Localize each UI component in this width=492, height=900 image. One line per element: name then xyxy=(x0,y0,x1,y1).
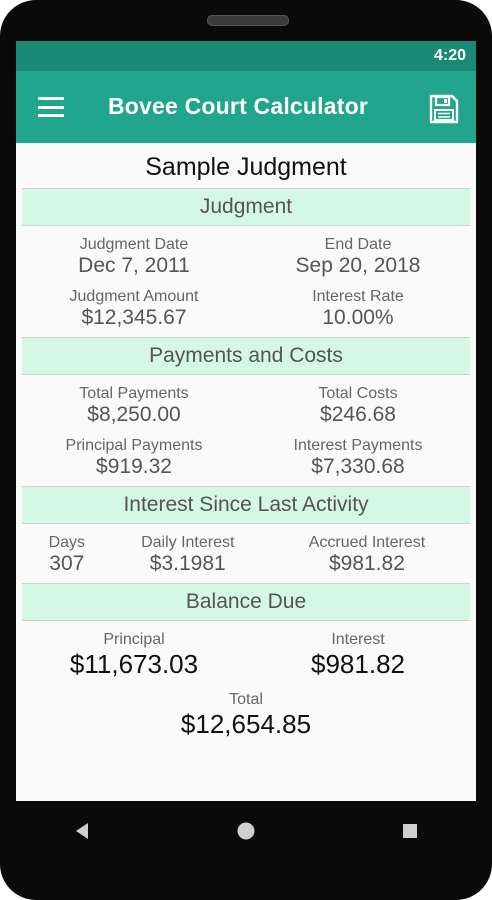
total-payments-cell: Total Payments $8,250.00 xyxy=(22,385,246,427)
save-icon[interactable] xyxy=(428,93,460,125)
section-header-balance: Balance Due xyxy=(22,583,470,621)
balance-interest-value: $981.82 xyxy=(311,649,405,679)
document-title: Sample Judgment xyxy=(145,153,347,181)
days-label: Days xyxy=(48,534,86,551)
principal-payments-value: $919.32 xyxy=(96,455,172,478)
interest-rate-value: 10.00% xyxy=(322,306,394,329)
daily-interest-cell: Daily Interest $3.1981 xyxy=(112,534,264,576)
accrued-interest-value: $981.82 xyxy=(328,552,405,575)
judgment-amount-row: Judgment Amount $12,345.67 Interest Rate… xyxy=(22,278,470,337)
balance-interest-label: Interest xyxy=(331,631,385,648)
app-title: Bovee Court Calculator xyxy=(108,93,369,119)
daily-interest-value: $3.1981 xyxy=(149,552,226,575)
accrued-interest-cell: Accrued Interest $981.82 xyxy=(264,534,470,576)
status-time: 4:20 xyxy=(433,47,466,64)
total-payments-value: $8,250.00 xyxy=(87,403,181,426)
judgment-date-cell: Judgment Date Dec 7, 2011 xyxy=(22,236,246,278)
interest-rate-label: Interest Rate xyxy=(312,288,404,305)
accrued-interest-label: Accrued Interest xyxy=(308,534,426,551)
judgment-amount-label: Judgment Amount xyxy=(69,288,199,305)
interest-since-row: Days 307 Daily Interest $3.1981 Accrued … xyxy=(22,524,470,583)
payments-breakdown-row: Principal Payments $919.32 Interest Paym… xyxy=(22,427,470,486)
speaker-grille xyxy=(207,15,289,26)
payments-totals-row: Total Payments $8,250.00 Total Costs $24… xyxy=(22,375,470,427)
interest-payments-value: $7,330.68 xyxy=(311,455,405,478)
section-header-interest-since: Interest Since Last Activity xyxy=(22,486,470,524)
total-costs-cell: Total Costs $246.68 xyxy=(246,385,470,427)
section-header-payments: Payments and Costs xyxy=(22,337,470,375)
balance-total-label: Total xyxy=(229,691,263,708)
judgment-dates-row: Judgment Date Dec 7, 2011 End Date Sep 2… xyxy=(22,226,470,278)
balance-principal-value: $11,673.03 xyxy=(69,649,199,679)
total-payments-label: Total Payments xyxy=(79,385,189,402)
judgment-amount-value: $12,345.67 xyxy=(81,306,187,329)
total-costs-label: Total Costs xyxy=(318,385,398,402)
end-date-label: End Date xyxy=(324,236,392,253)
principal-payments-label: Principal Payments xyxy=(65,437,203,454)
menu-icon[interactable] xyxy=(38,97,64,117)
balance-total-row: Total $12,654.85 xyxy=(22,679,470,739)
judgment-date-value: Dec 7, 2011 xyxy=(78,254,190,277)
balance-interest-cell: Interest $981.82 xyxy=(246,631,470,679)
phone-frame: 4:20 Bovee Court Calculator Sample Judgm… xyxy=(0,0,492,900)
back-icon[interactable] xyxy=(52,811,112,851)
balance-total-value: $12,654.85 xyxy=(180,709,312,739)
balance-row: Principal $11,673.03 Interest $981.82 xyxy=(22,621,470,679)
app-bar: Bovee Court Calculator xyxy=(16,71,476,143)
interest-payments-cell: Interest Payments $7,330.68 xyxy=(246,437,470,479)
end-date-cell: End Date Sep 20, 2018 xyxy=(246,236,470,278)
judgment-amount-cell: Judgment Amount $12,345.67 xyxy=(22,288,246,330)
navigation-bar xyxy=(0,801,492,861)
balance-total-cell: Total $12,654.85 xyxy=(181,691,311,739)
balance-principal-label: Principal xyxy=(103,631,165,648)
interest-payments-label: Interest Payments xyxy=(293,437,423,454)
daily-interest-label: Daily Interest xyxy=(141,534,235,551)
interest-rate-cell: Interest Rate 10.00% xyxy=(246,288,470,330)
screen: 4:20 Bovee Court Calculator Sample Judgm… xyxy=(16,41,476,801)
days-value: 307 xyxy=(49,552,85,575)
content: Sample Judgment Judgment Judgment Date D… xyxy=(16,143,476,739)
status-bar: 4:20 xyxy=(16,41,476,71)
recents-icon[interactable] xyxy=(380,811,440,851)
judgment-date-label: Judgment Date xyxy=(79,236,189,253)
days-cell: Days 307 xyxy=(22,534,112,576)
balance-principal-cell: Principal $11,673.03 xyxy=(22,631,246,679)
principal-payments-cell: Principal Payments $919.32 xyxy=(22,437,246,479)
section-header-judgment: Judgment xyxy=(22,188,470,226)
end-date-value: Sep 20, 2018 xyxy=(295,254,421,277)
total-costs-value: $246.68 xyxy=(320,403,396,426)
home-icon[interactable] xyxy=(216,811,276,851)
